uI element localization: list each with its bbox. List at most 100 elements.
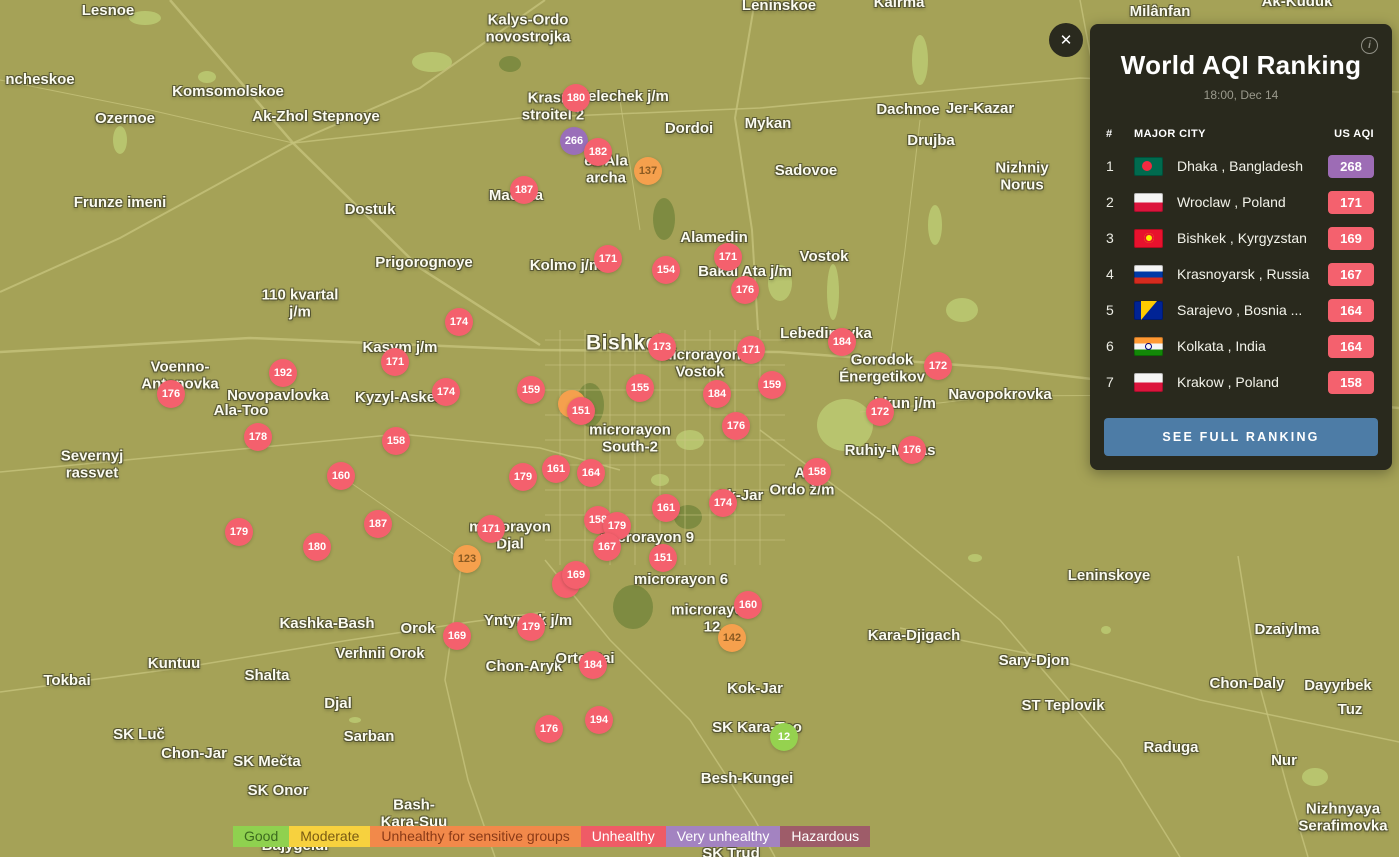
aqi-marker[interactable]: 178: [244, 423, 272, 451]
aqi-marker[interactable]: 137: [634, 157, 662, 185]
aqi-marker[interactable]: 176: [722, 412, 750, 440]
aqi-marker[interactable]: 151: [649, 544, 677, 572]
country-flag-kg: [1134, 229, 1163, 248]
aqi-marker[interactable]: 160: [327, 462, 355, 490]
aqi-legend: GoodModerateUnhealthy for sensitive grou…: [233, 826, 870, 847]
aqi-marker[interactable]: 182: [584, 138, 612, 166]
aqi-marker[interactable]: 176: [535, 715, 563, 743]
aqi-marker[interactable]: 194: [585, 706, 613, 734]
aqi-marker[interactable]: 159: [517, 376, 545, 404]
city-name: Sarajevo , Bosnia ...: [1177, 302, 1328, 318]
legend-item: Moderate: [289, 826, 370, 847]
ranking-row[interactable]: 5 Sarajevo , Bosnia ...164: [1090, 292, 1392, 328]
aqi-marker[interactable]: 184: [828, 328, 856, 356]
aqi-marker[interactable]: 167: [593, 533, 621, 561]
aqi-badge: 164: [1328, 335, 1374, 358]
aqi-marker[interactable]: 159: [758, 371, 786, 399]
aqi-badge: 171: [1328, 191, 1374, 214]
aqi-marker[interactable]: 180: [562, 84, 590, 112]
aqi-marker[interactable]: 171: [714, 243, 742, 271]
aqi-marker[interactable]: 169: [562, 561, 590, 589]
panel-timestamp: 18:00, Dec 14: [1090, 88, 1392, 102]
country-flag-pl: [1134, 373, 1163, 392]
aqi-marker[interactable]: 173: [648, 333, 676, 361]
aqi-marker[interactable]: 192: [269, 359, 297, 387]
aqi-marker[interactable]: 151: [567, 397, 595, 425]
aqi-marker[interactable]: 158: [382, 427, 410, 455]
ranking-row[interactable]: 1 Dhaka , Bangladesh268: [1090, 148, 1392, 184]
ranking-row[interactable]: 7Krakow , Poland158: [1090, 364, 1392, 400]
panel-title: World AQI Ranking: [1090, 50, 1392, 81]
info-icon[interactable]: i: [1361, 37, 1378, 54]
aqi-marker[interactable]: 169: [443, 622, 471, 650]
ranking-row[interactable]: 3 Bishkek , Kyrgyzstan169: [1090, 220, 1392, 256]
aqi-marker[interactable]: 171: [737, 336, 765, 364]
aqi-marker[interactable]: 161: [542, 455, 570, 483]
rank-number: 5: [1106, 302, 1134, 318]
aqi-marker[interactable]: 171: [594, 245, 622, 273]
aqi-marker[interactable]: 174: [445, 308, 473, 336]
city-name: Dhaka , Bangladesh: [1177, 158, 1328, 174]
country-flag-in: [1134, 337, 1163, 356]
aqi-marker[interactable]: 179: [225, 518, 253, 546]
city-name: Wroclaw , Poland: [1177, 194, 1328, 210]
country-flag-pl: [1134, 193, 1163, 212]
legend-item: Hazardous: [780, 826, 870, 847]
aqi-marker[interactable]: 154: [652, 256, 680, 284]
aqi-marker[interactable]: 184: [703, 380, 731, 408]
close-panel-button[interactable]: ✕: [1049, 23, 1083, 57]
aqi-marker[interactable]: 161: [652, 494, 680, 522]
aqi-marker[interactable]: 172: [866, 398, 894, 426]
aqi-marker[interactable]: 176: [157, 380, 185, 408]
see-full-ranking-button[interactable]: SEE FULL RANKING: [1104, 418, 1378, 456]
ranking-table-header: # MAJOR CITY US AQI: [1090, 128, 1392, 140]
aqi-marker[interactable]: 172: [924, 352, 952, 380]
rank-number: 2: [1106, 194, 1134, 210]
ranking-row[interactable]: 2 Wroclaw , Poland171: [1090, 184, 1392, 220]
aqi-marker[interactable]: 187: [364, 510, 392, 538]
aqi-marker[interactable]: 160: [734, 591, 762, 619]
rank-number: 6: [1106, 338, 1134, 354]
aqi-badge: 169: [1328, 227, 1374, 250]
aqi-badge: 158: [1328, 371, 1374, 394]
city-name: Krasnoyarsk , Russia: [1177, 266, 1328, 282]
aqi-marker[interactable]: 171: [477, 515, 505, 543]
aqi-marker[interactable]: 187: [510, 176, 538, 204]
ranking-row[interactable]: 4Krasnoyarsk , Russia167: [1090, 256, 1392, 292]
city-name: Bishkek , Kyrgyzstan: [1177, 230, 1328, 246]
country-flag-bd: [1134, 157, 1163, 176]
aqi-marker[interactable]: 176: [898, 436, 926, 464]
aqi-marker[interactable]: 171: [381, 348, 409, 376]
aqi-badge: 164: [1328, 299, 1374, 322]
ranking-row[interactable]: 6 Kolkata , India164: [1090, 328, 1392, 364]
aqi-marker[interactable]: 158: [803, 458, 831, 486]
legend-item: Very unhealthy: [666, 826, 781, 847]
city-name: Kolkata , India: [1177, 338, 1328, 354]
world-aqi-ranking-panel: i World AQI Ranking 18:00, Dec 14 # MAJO…: [1090, 24, 1392, 470]
aqi-marker[interactable]: 184: [579, 651, 607, 679]
aqi-marker[interactable]: 174: [432, 378, 460, 406]
close-icon: ✕: [1060, 31, 1073, 49]
country-flag-ba: [1134, 301, 1163, 320]
map-screen: LesnoencheskoeKomsomolskoeOzernoeAk-Zhol…: [0, 0, 1399, 857]
legend-item: Good: [233, 826, 289, 847]
aqi-marker[interactable]: 179: [509, 463, 537, 491]
aqi-marker[interactable]: 164: [577, 459, 605, 487]
country-flag-ru: [1134, 265, 1163, 284]
legend-item: Unhealthy for sensitive groups: [370, 826, 580, 847]
rank-number: 1: [1106, 158, 1134, 174]
aqi-marker[interactable]: 174: [709, 489, 737, 517]
city-column-header: MAJOR CITY: [1134, 128, 1334, 140]
aqi-marker[interactable]: 155: [626, 374, 654, 402]
ranking-rows: 1Dhaka , Bangladesh2682Wroclaw , Poland1…: [1090, 148, 1392, 400]
rank-number: 4: [1106, 266, 1134, 282]
aqi-column-header: US AQI: [1334, 128, 1374, 140]
aqi-badge: 268: [1328, 155, 1374, 178]
aqi-marker[interactable]: 123: [453, 545, 481, 573]
rank-number: 3: [1106, 230, 1134, 246]
aqi-marker[interactable]: 176: [731, 276, 759, 304]
aqi-marker[interactable]: 12: [770, 723, 798, 751]
aqi-marker[interactable]: 142: [718, 624, 746, 652]
aqi-marker[interactable]: 180: [303, 533, 331, 561]
aqi-marker[interactable]: 179: [517, 613, 545, 641]
